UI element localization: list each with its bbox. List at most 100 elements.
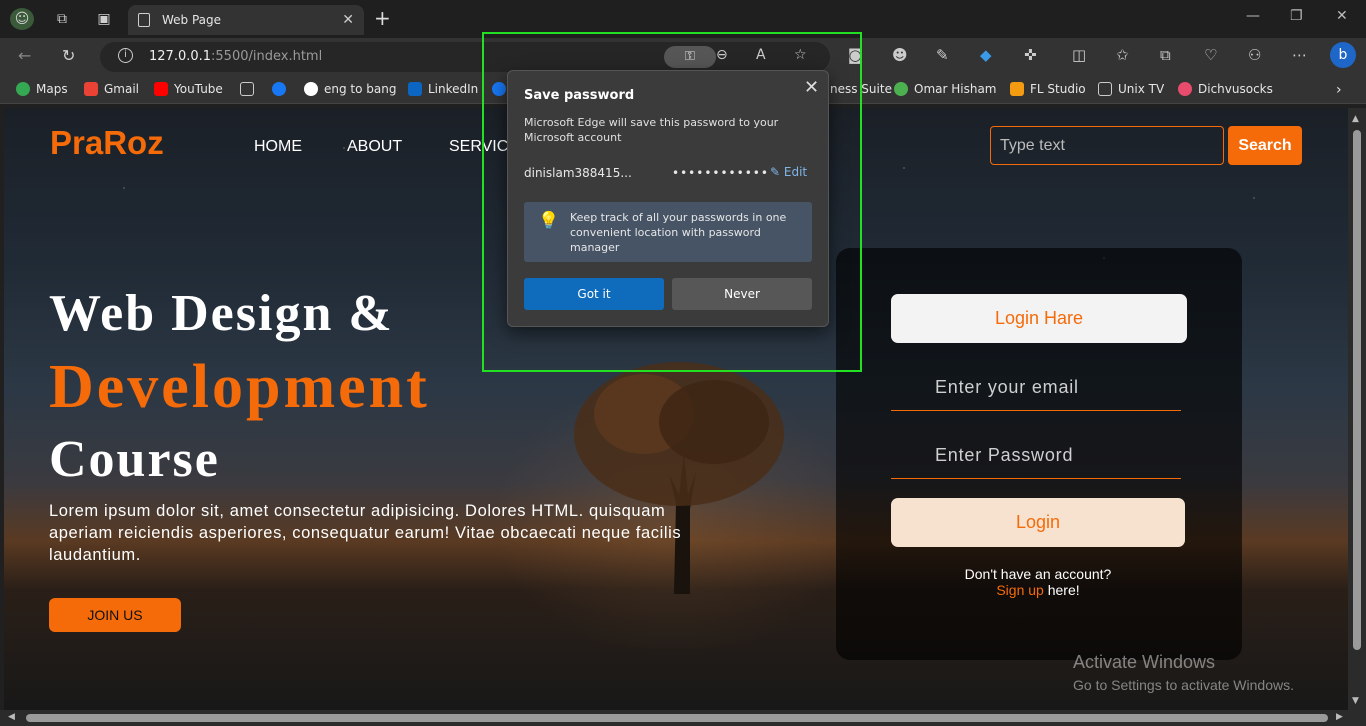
watermark-title: Activate Windows xyxy=(1073,652,1216,672)
password-field[interactable]: Enter Password xyxy=(891,434,1181,479)
camera-icon[interactable]: ◙ xyxy=(848,46,863,64)
zoom-out-icon[interactable]: ⊖ xyxy=(716,47,728,63)
no-account-text: Don't have an account? xyxy=(964,566,1112,582)
window-close-icon[interactable]: ✕ xyxy=(1336,8,1348,24)
gmail-icon xyxy=(84,82,98,96)
got-it-button[interactable]: Got it xyxy=(524,278,664,310)
close-icon[interactable]: ✕ xyxy=(804,77,819,98)
restore-icon[interactable]: ❐ xyxy=(1290,8,1303,24)
bookmark-linkedin[interactable]: LinkedIn xyxy=(408,82,478,96)
scroll-left-arrow-icon[interactable]: ◀ xyxy=(8,712,15,722)
bookmark-omar-hisham[interactable]: Omar Hisham xyxy=(894,82,997,96)
dialog-title: Save password xyxy=(524,88,635,103)
lightbulb-icon: 💡 xyxy=(538,211,560,231)
email-field[interactable]: Enter your email xyxy=(891,366,1181,411)
scroll-right-arrow-icon[interactable]: ▶ xyxy=(1336,712,1343,722)
bookmark-fl-studio[interactable]: FL Studio xyxy=(1010,82,1086,96)
vertical-scrollbar[interactable]: ▲ ▼ xyxy=(1348,108,1366,710)
tip-text: Keep track of all your passwords in one … xyxy=(570,211,787,254)
tab-actions-icon[interactable]: ▣ xyxy=(92,8,116,30)
site-info-icon[interactable]: i xyxy=(118,48,133,63)
bookmark-facebook[interactable] xyxy=(272,82,292,96)
bookmark-page[interactable] xyxy=(240,82,260,96)
eyedropper-icon[interactable]: ✎ xyxy=(936,46,949,64)
dialog-message: Microsoft Edge will save this password t… xyxy=(524,116,779,144)
bookmark-business-suite[interactable]: ness Suite xyxy=(830,82,892,96)
login-card: Login Hare Enter your email Enter Passwo… xyxy=(836,248,1242,660)
new-tab-button[interactable]: + xyxy=(374,6,391,30)
bookmark-unix-tv[interactable]: Unix TV xyxy=(1098,82,1164,96)
nav-home[interactable]: HOME xyxy=(254,138,302,156)
hero-description: Lorem ipsum dolor sit, amet consectetur … xyxy=(49,502,682,564)
close-tab-icon[interactable]: ✕ xyxy=(342,12,354,28)
favorite-star-icon[interactable]: ☆ xyxy=(794,47,807,63)
maps-icon xyxy=(16,82,30,96)
address-bar[interactable]: i 127.0.0.1:5500/index.html ⚿ ⊖ A ☆ xyxy=(100,42,830,72)
bookmark-dichvusocks[interactable]: Dichvusocks xyxy=(1178,82,1273,96)
facebook-icon xyxy=(272,82,286,96)
omar-hisham-icon xyxy=(894,82,908,96)
hero-heading-line2: Development xyxy=(49,353,430,421)
fl-studio-icon xyxy=(1010,82,1024,96)
password-key-icon[interactable]: ⚿ xyxy=(664,46,716,68)
horizontal-scrollbar[interactable]: ◀ ▶ xyxy=(0,710,1366,726)
activate-windows-watermark: Activate Windows Go to Settings to activ… xyxy=(1073,652,1294,693)
profiles-icon[interactable]: ⚇ xyxy=(1248,46,1261,64)
back-arrow-icon[interactable]: ← xyxy=(18,46,31,65)
hero-heading-line1: Web Design & xyxy=(49,285,394,342)
signup-prompt: Don't have an account? Sign up here! xyxy=(891,566,1185,598)
never-button[interactable]: Never xyxy=(672,278,812,310)
join-us-button[interactable]: JOIN US xyxy=(49,598,181,632)
vpn-icon[interactable]: ◆ xyxy=(980,46,992,64)
tab-web-page[interactable]: Web Page ✕ xyxy=(128,5,364,35)
bookmark-gmail[interactable]: Gmail xyxy=(84,82,139,96)
search-button[interactable]: Search xyxy=(1228,126,1302,165)
tab-title: Web Page xyxy=(162,13,222,27)
facebook-icon xyxy=(492,82,506,96)
site-logo[interactable]: PraRoz xyxy=(50,124,164,162)
hero-heading-line3: Course xyxy=(49,431,220,488)
bookmark-maps[interactable]: Maps xyxy=(16,82,68,96)
bookmark-eng-to-bang[interactable]: eng to bang xyxy=(304,82,396,96)
profile-avatar-icon[interactable]: ☺ xyxy=(10,8,34,30)
bing-copilot-icon[interactable]: b xyxy=(1330,42,1356,68)
bookmarks-overflow-chevron-icon[interactable]: › xyxy=(1336,82,1342,98)
minimize-icon[interactable]: — xyxy=(1246,8,1260,24)
saved-username: dinislam388415... xyxy=(524,166,632,180)
split-screen-icon[interactable]: ◫ xyxy=(1072,46,1086,64)
more-menu-icon[interactable]: ⋯ xyxy=(1292,46,1307,64)
signup-suffix: here! xyxy=(1043,582,1080,598)
login-title: Login Hare xyxy=(891,294,1187,343)
page-icon xyxy=(240,82,254,96)
pencil-icon: ✎ xyxy=(770,165,784,179)
search-input[interactable]: Type text xyxy=(990,126,1224,165)
bookmark-youtube[interactable]: YouTube xyxy=(154,82,223,96)
refresh-icon[interactable]: ↻ xyxy=(62,46,75,65)
collections-icon[interactable]: ⧉ xyxy=(1160,46,1171,64)
google-icon xyxy=(304,82,318,96)
login-button[interactable]: Login xyxy=(891,498,1185,547)
nav-about[interactable]: ABOUT xyxy=(347,138,402,156)
url-text[interactable]: 127.0.0.1:5500/index.html xyxy=(149,49,322,64)
horizontal-scroll-thumb[interactable] xyxy=(26,714,1328,722)
nav-services[interactable]: SERVIC xyxy=(449,138,508,156)
health-icon[interactable]: ♡ xyxy=(1204,46,1217,64)
vertical-scroll-thumb[interactable] xyxy=(1353,130,1361,650)
extension-face-icon[interactable]: ☻ xyxy=(892,46,908,64)
favorites-icon[interactable]: ✩ xyxy=(1116,46,1129,64)
linkedin-icon xyxy=(408,82,422,96)
page-icon xyxy=(138,13,150,27)
watermark-subtitle: Go to Settings to activate Windows. xyxy=(1073,677,1294,693)
password-manager-tip: 💡 Keep track of all your passwords in on… xyxy=(524,202,812,262)
save-password-dialog: Save password ✕ Microsoft Edge will save… xyxy=(507,70,829,327)
youtube-icon xyxy=(154,82,168,96)
tab-strip: ☺ ⧉ ▣ Web Page ✕ + — ❐ ✕ xyxy=(0,0,1366,38)
signup-link[interactable]: Sign up xyxy=(996,582,1043,598)
edit-button[interactable]: ✎ Edit xyxy=(770,165,807,179)
scroll-down-arrow-icon[interactable]: ▼ xyxy=(1352,696,1359,706)
read-aloud-icon[interactable]: A xyxy=(756,47,766,63)
scroll-up-arrow-icon[interactable]: ▲ xyxy=(1352,114,1359,124)
page-icon xyxy=(1098,82,1112,96)
workspaces-icon[interactable]: ⧉ xyxy=(50,8,74,30)
extensions-icon[interactable]: ✜ xyxy=(1024,46,1037,64)
